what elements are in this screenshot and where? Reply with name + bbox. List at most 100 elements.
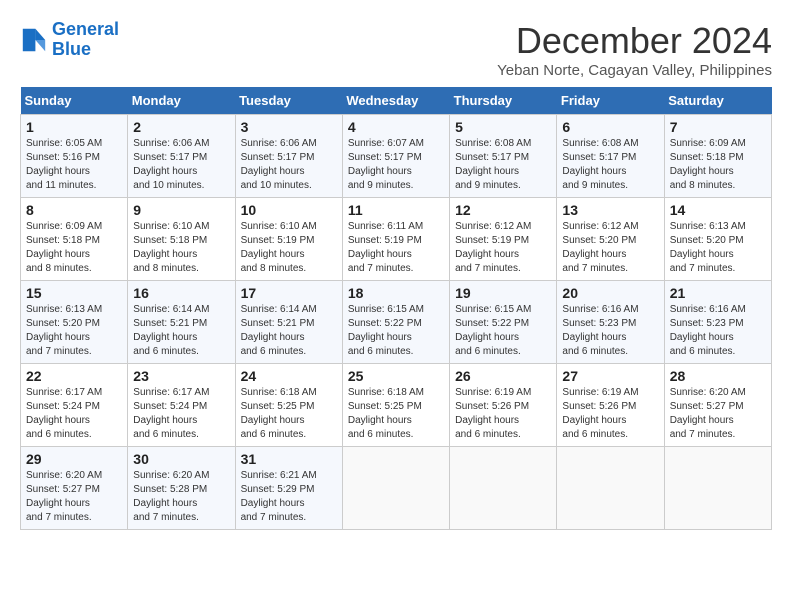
day-number: 5 bbox=[455, 119, 551, 135]
day-info: Sunrise: 6:17 AM Sunset: 5:24 PM Dayligh… bbox=[133, 386, 229, 442]
day-number: 6 bbox=[562, 119, 658, 135]
day-number: 14 bbox=[670, 202, 766, 218]
calendar-cell: 31 Sunrise: 6:21 AM Sunset: 5:29 PM Dayl… bbox=[235, 447, 342, 530]
header-monday: Monday bbox=[128, 87, 235, 115]
day-number: 17 bbox=[241, 285, 337, 301]
day-number: 3 bbox=[241, 119, 337, 135]
day-number: 29 bbox=[26, 451, 122, 467]
day-info: Sunrise: 6:07 AM Sunset: 5:17 PM Dayligh… bbox=[348, 137, 444, 193]
calendar-cell: 19 Sunrise: 6:15 AM Sunset: 5:22 PM Dayl… bbox=[450, 281, 557, 364]
calendar-week-row: 15 Sunrise: 6:13 AM Sunset: 5:20 PM Dayl… bbox=[21, 281, 772, 364]
day-number: 12 bbox=[455, 202, 551, 218]
day-number: 8 bbox=[26, 202, 122, 218]
day-number: 30 bbox=[133, 451, 229, 467]
header-wednesday: Wednesday bbox=[342, 87, 449, 115]
day-info: Sunrise: 6:06 AM Sunset: 5:17 PM Dayligh… bbox=[241, 137, 337, 193]
calendar-cell: 21 Sunrise: 6:16 AM Sunset: 5:23 PM Dayl… bbox=[664, 281, 771, 364]
calendar-cell bbox=[557, 447, 664, 530]
header-friday: Friday bbox=[557, 87, 664, 115]
day-number: 7 bbox=[670, 119, 766, 135]
calendar-cell: 29 Sunrise: 6:20 AM Sunset: 5:27 PM Dayl… bbox=[21, 447, 128, 530]
calendar-cell: 3 Sunrise: 6:06 AM Sunset: 5:17 PM Dayli… bbox=[235, 115, 342, 198]
day-number: 9 bbox=[133, 202, 229, 218]
day-info: Sunrise: 6:19 AM Sunset: 5:26 PM Dayligh… bbox=[455, 386, 551, 442]
day-info: Sunrise: 6:18 AM Sunset: 5:25 PM Dayligh… bbox=[348, 386, 444, 442]
day-info: Sunrise: 6:14 AM Sunset: 5:21 PM Dayligh… bbox=[241, 303, 337, 359]
day-info: Sunrise: 6:21 AM Sunset: 5:29 PM Dayligh… bbox=[241, 469, 337, 525]
calendar-header-row: SundayMondayTuesdayWednesdayThursdayFrid… bbox=[21, 87, 772, 115]
day-number: 20 bbox=[562, 285, 658, 301]
day-number: 25 bbox=[348, 368, 444, 384]
calendar-table: SundayMondayTuesdayWednesdayThursdayFrid… bbox=[20, 87, 772, 530]
calendar-cell: 26 Sunrise: 6:19 AM Sunset: 5:26 PM Dayl… bbox=[450, 364, 557, 447]
calendar-week-row: 22 Sunrise: 6:17 AM Sunset: 5:24 PM Dayl… bbox=[21, 364, 772, 447]
day-info: Sunrise: 6:20 AM Sunset: 5:27 PM Dayligh… bbox=[26, 469, 122, 525]
calendar-cell: 27 Sunrise: 6:19 AM Sunset: 5:26 PM Dayl… bbox=[557, 364, 664, 447]
calendar-cell: 23 Sunrise: 6:17 AM Sunset: 5:24 PM Dayl… bbox=[128, 364, 235, 447]
day-number: 24 bbox=[241, 368, 337, 384]
month-title: December 2024 bbox=[497, 20, 772, 62]
calendar-cell: 25 Sunrise: 6:18 AM Sunset: 5:25 PM Dayl… bbox=[342, 364, 449, 447]
day-number: 18 bbox=[348, 285, 444, 301]
header-saturday: Saturday bbox=[664, 87, 771, 115]
day-info: Sunrise: 6:05 AM Sunset: 5:16 PM Dayligh… bbox=[26, 137, 122, 193]
calendar-cell: 24 Sunrise: 6:18 AM Sunset: 5:25 PM Dayl… bbox=[235, 364, 342, 447]
calendar-cell: 1 Sunrise: 6:05 AM Sunset: 5:16 PM Dayli… bbox=[21, 115, 128, 198]
calendar-cell: 2 Sunrise: 6:06 AM Sunset: 5:17 PM Dayli… bbox=[128, 115, 235, 198]
day-number: 1 bbox=[26, 119, 122, 135]
calendar-cell bbox=[342, 447, 449, 530]
day-info: Sunrise: 6:12 AM Sunset: 5:20 PM Dayligh… bbox=[562, 220, 658, 276]
calendar-cell: 18 Sunrise: 6:15 AM Sunset: 5:22 PM Dayl… bbox=[342, 281, 449, 364]
calendar-cell: 16 Sunrise: 6:14 AM Sunset: 5:21 PM Dayl… bbox=[128, 281, 235, 364]
page-header: General Blue December 2024 Yeban Norte, … bbox=[20, 20, 772, 79]
calendar-cell: 12 Sunrise: 6:12 AM Sunset: 5:19 PM Dayl… bbox=[450, 198, 557, 281]
day-info: Sunrise: 6:08 AM Sunset: 5:17 PM Dayligh… bbox=[562, 137, 658, 193]
header-thursday: Thursday bbox=[450, 87, 557, 115]
day-number: 22 bbox=[26, 368, 122, 384]
day-info: Sunrise: 6:09 AM Sunset: 5:18 PM Dayligh… bbox=[670, 137, 766, 193]
day-info: Sunrise: 6:08 AM Sunset: 5:17 PM Dayligh… bbox=[455, 137, 551, 193]
day-number: 23 bbox=[133, 368, 229, 384]
day-info: Sunrise: 6:19 AM Sunset: 5:26 PM Dayligh… bbox=[562, 386, 658, 442]
calendar-cell: 17 Sunrise: 6:14 AM Sunset: 5:21 PM Dayl… bbox=[235, 281, 342, 364]
day-info: Sunrise: 6:16 AM Sunset: 5:23 PM Dayligh… bbox=[562, 303, 658, 359]
location-title: Yeban Norte, Cagayan Valley, Philippines bbox=[497, 62, 772, 79]
day-number: 21 bbox=[670, 285, 766, 301]
day-info: Sunrise: 6:17 AM Sunset: 5:24 PM Dayligh… bbox=[26, 386, 122, 442]
day-number: 10 bbox=[241, 202, 337, 218]
day-info: Sunrise: 6:20 AM Sunset: 5:28 PM Dayligh… bbox=[133, 469, 229, 525]
day-info: Sunrise: 6:16 AM Sunset: 5:23 PM Dayligh… bbox=[670, 303, 766, 359]
header-tuesday: Tuesday bbox=[235, 87, 342, 115]
header-sunday: Sunday bbox=[21, 87, 128, 115]
calendar-cell: 8 Sunrise: 6:09 AM Sunset: 5:18 PM Dayli… bbox=[21, 198, 128, 281]
logo: General Blue bbox=[20, 20, 119, 60]
calendar-cell: 13 Sunrise: 6:12 AM Sunset: 5:20 PM Dayl… bbox=[557, 198, 664, 281]
day-number: 28 bbox=[670, 368, 766, 384]
title-section: December 2024 Yeban Norte, Cagayan Valle… bbox=[497, 20, 772, 79]
day-info: Sunrise: 6:09 AM Sunset: 5:18 PM Dayligh… bbox=[26, 220, 122, 276]
day-number: 4 bbox=[348, 119, 444, 135]
calendar-cell: 30 Sunrise: 6:20 AM Sunset: 5:28 PM Dayl… bbox=[128, 447, 235, 530]
day-number: 13 bbox=[562, 202, 658, 218]
logo-icon bbox=[20, 26, 48, 54]
day-info: Sunrise: 6:11 AM Sunset: 5:19 PM Dayligh… bbox=[348, 220, 444, 276]
calendar-week-row: 1 Sunrise: 6:05 AM Sunset: 5:16 PM Dayli… bbox=[21, 115, 772, 198]
logo-line2: Blue bbox=[52, 39, 91, 59]
day-info: Sunrise: 6:10 AM Sunset: 5:18 PM Dayligh… bbox=[133, 220, 229, 276]
calendar-cell: 6 Sunrise: 6:08 AM Sunset: 5:17 PM Dayli… bbox=[557, 115, 664, 198]
day-number: 31 bbox=[241, 451, 337, 467]
calendar-cell: 14 Sunrise: 6:13 AM Sunset: 5:20 PM Dayl… bbox=[664, 198, 771, 281]
calendar-cell: 5 Sunrise: 6:08 AM Sunset: 5:17 PM Dayli… bbox=[450, 115, 557, 198]
calendar-cell: 20 Sunrise: 6:16 AM Sunset: 5:23 PM Dayl… bbox=[557, 281, 664, 364]
day-info: Sunrise: 6:18 AM Sunset: 5:25 PM Dayligh… bbox=[241, 386, 337, 442]
day-number: 15 bbox=[26, 285, 122, 301]
calendar-cell: 10 Sunrise: 6:10 AM Sunset: 5:19 PM Dayl… bbox=[235, 198, 342, 281]
day-number: 16 bbox=[133, 285, 229, 301]
calendar-cell: 4 Sunrise: 6:07 AM Sunset: 5:17 PM Dayli… bbox=[342, 115, 449, 198]
day-info: Sunrise: 6:14 AM Sunset: 5:21 PM Dayligh… bbox=[133, 303, 229, 359]
day-number: 11 bbox=[348, 202, 444, 218]
logo-text: General Blue bbox=[52, 20, 119, 60]
day-number: 26 bbox=[455, 368, 551, 384]
calendar-cell: 9 Sunrise: 6:10 AM Sunset: 5:18 PM Dayli… bbox=[128, 198, 235, 281]
logo-line1: General bbox=[52, 19, 119, 39]
